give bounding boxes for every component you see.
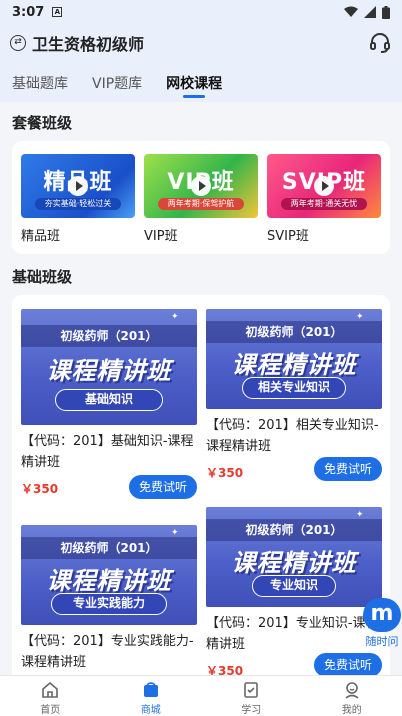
thumb-main-text: 课程精讲班 (231, 351, 357, 379)
package-panel: 精品班 夯实基础·轻松过关 精品班 VIP班 两年考期·保驾护航 VIP班 SV… (12, 141, 390, 254)
status-icons (344, 5, 390, 19)
thumb-pill-text: 专业知识 (252, 575, 336, 597)
thumb-pill-text: 专业实践能力 (51, 593, 167, 615)
tab-vip-questions[interactable]: VIP题库 (92, 62, 142, 102)
sparkle-icon: ✦ (356, 312, 364, 322)
play-icon[interactable] (191, 176, 211, 196)
thumb-pill-text: 基础知识 (55, 389, 163, 411)
free-trial-button[interactable]: 免费试听 (314, 457, 382, 481)
package-banner-tagline: 两年考期·保驾护航 (158, 198, 244, 210)
nav-label: 首页 (40, 705, 61, 716)
battery-icon (382, 5, 390, 19)
thumb-main-text: 课程精讲班 (46, 357, 172, 385)
package-label[interactable]: 精品班 (21, 225, 135, 244)
thumb-main-text: 课程精讲班 (231, 549, 357, 577)
assistant-logo-icon[interactable]: m (363, 598, 401, 632)
sparkle-icon: ✦ (356, 510, 364, 520)
play-icon[interactable] (68, 176, 88, 196)
free-trial-button[interactable]: 免费试听 (314, 653, 382, 675)
shop-icon (143, 682, 158, 697)
package-section-title: 套餐班级 (12, 114, 73, 132)
course-title[interactable]: 【代码：201】专业实践能力-课程精讲班 (21, 631, 197, 673)
package-card-premium[interactable]: 精品班 夯实基础·轻松过关 精品班 (21, 154, 135, 244)
status-time: 3:07 (12, 4, 45, 20)
package-banner[interactable]: SVIP班 两年考期·通关无忧 (267, 154, 381, 218)
package-banner-tagline: 夯实基础·轻松过关 (35, 198, 121, 210)
page-title[interactable]: 卫生资格初级师 (32, 31, 144, 55)
top-tabs: 基础题库 VIP题库 网校课程 (0, 62, 402, 102)
wifi-icon (344, 6, 358, 17)
course-thumbnail[interactable]: ✦ 初级药师（201） 课程精讲班 专业实践能力 (21, 525, 197, 625)
ask-anytime-floating-button[interactable]: m 随时问 (362, 598, 402, 649)
ask-anytime-label[interactable]: 随时问 (362, 633, 402, 649)
status-bar: 3:07 A (0, 0, 402, 24)
profile-icon (345, 682, 359, 699)
course-card[interactable]: ✦ 初级药师（201） 课程精讲班 专业实践能力 【代码：201】专业实践能力-… (21, 525, 197, 675)
tab-basic-questions[interactable]: 基础题库 (12, 62, 68, 102)
package-banner[interactable]: VIP班 两年考期·保驾护航 (144, 154, 258, 218)
app-header: ⇄ 卫生资格初级师 (0, 24, 402, 62)
bottom-nav: 首页 商城 学习 我的 (0, 675, 402, 716)
home-icon (42, 681, 59, 698)
nav-item-study[interactable]: 学习 (201, 676, 302, 716)
course-card[interactable]: ✦ 初级药师（201） 课程精讲班 相关专业知识 【代码：201】相关专业知识-… (206, 309, 382, 499)
course-title[interactable]: 【代码：201】专业知识-课程精讲班 (206, 613, 382, 655)
thumb-top-text: 初级药师（201） (21, 537, 197, 559)
package-banner[interactable]: 精品班 夯实基础·轻松过关 (21, 154, 135, 218)
nav-item-profile[interactable]: 我的 (302, 676, 402, 716)
thumb-top-text: 初级药师（201） (206, 321, 382, 343)
play-icon[interactable] (314, 176, 334, 196)
exchange-icon[interactable]: ⇄ (10, 35, 26, 51)
tab-online-courses[interactable]: 网校课程 (166, 62, 222, 102)
course-card[interactable]: ✦ 初级药师（201） 课程精讲班 基础知识 【代码：201】基础知识-课程精讲… (21, 309, 197, 519)
package-card-svip[interactable]: SVIP班 两年考期·通关无忧 SVIP班 (267, 154, 381, 244)
nav-item-shop[interactable]: 商城 (101, 676, 202, 716)
thumb-pill-text: 相关专业知识 (242, 377, 346, 399)
thumb-top-text: 初级药师（201） (206, 519, 382, 541)
sparkle-icon: ✦ (171, 312, 179, 322)
package-card-vip[interactable]: VIP班 两年考期·保驾护航 VIP班 (144, 154, 258, 244)
nav-item-home[interactable]: 首页 (0, 676, 101, 716)
package-banner-tagline: 两年考期·通关无忧 (281, 198, 367, 210)
course-title[interactable]: 【代码：201】相关专业知识-课程精讲班 (206, 415, 382, 457)
signal-icon (364, 6, 376, 18)
headset-icon[interactable] (368, 31, 392, 55)
notification-badge-icon: A (52, 7, 63, 17)
package-label[interactable]: SVIP班 (267, 225, 381, 244)
course-title[interactable]: 【代码：201】基础知识-课程精讲班 (21, 431, 197, 473)
free-trial-button[interactable]: 免费试听 (129, 475, 197, 499)
course-thumbnail[interactable]: ✦ 初级药师（201） 课程精讲班 相关专业知识 (206, 309, 382, 409)
package-label[interactable]: VIP班 (144, 225, 258, 244)
sparkle-icon: ✦ (171, 528, 179, 538)
thumb-top-text: 初级药师（201） (21, 325, 197, 347)
course-card[interactable]: ✦ 初级药师（201） 课程精讲班 专业知识 【代码：201】专业知识-课程精讲… (206, 507, 382, 675)
nav-label: 商城 (140, 705, 161, 716)
nav-label: 我的 (341, 705, 362, 716)
study-icon (244, 682, 259, 698)
nav-label: 学习 (241, 705, 262, 716)
course-thumbnail[interactable]: ✦ 初级药师（201） 课程精讲班 专业知识 (206, 507, 382, 607)
course-thumbnail[interactable]: ✦ 初级药师（201） 课程精讲班 基础知识 (21, 309, 197, 425)
thumb-main-text: 课程精讲班 (46, 567, 172, 595)
course-panel: ✦ 初级药师（201） 课程精讲班 基础知识 【代码：201】基础知识-课程精讲… (12, 295, 390, 675)
basic-section-title: 基础班级 (12, 268, 73, 286)
